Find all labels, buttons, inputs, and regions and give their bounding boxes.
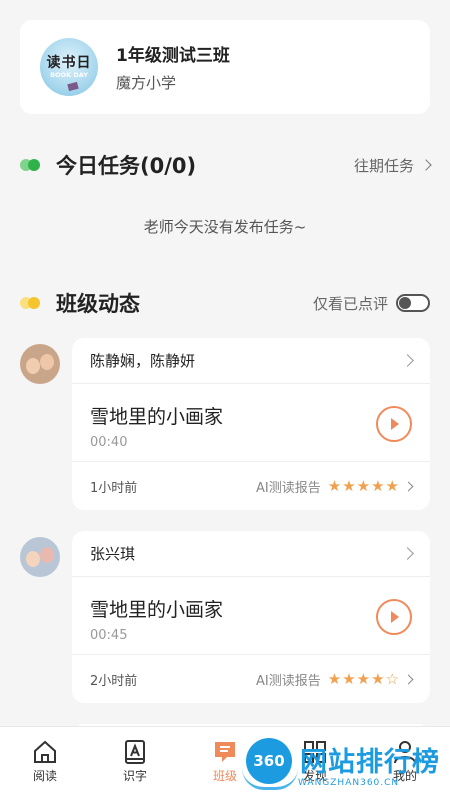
- star-filled-icon: ★: [371, 476, 385, 495]
- student-names: 张兴琪: [90, 545, 136, 563]
- rating-stars: ★ ★ ★ ★ ☆: [327, 669, 399, 688]
- avatar[interactable]: [20, 537, 60, 577]
- tab-label: 班级: [212, 769, 237, 783]
- watermark-text: 网站排行榜: [300, 747, 440, 778]
- post-time: 2小时前: [90, 673, 138, 689]
- past-tasks-label: 往期任务: [353, 156, 414, 175]
- past-tasks-link[interactable]: 往期任务: [353, 155, 432, 176]
- chevron-right-icon: [403, 481, 414, 491]
- feed-card-footer: 2小时前 AI测读报告 ★ ★ ★ ★ ☆: [72, 655, 430, 703]
- feed-card-footer: 1小时前 AI测读报告 ★ ★ ★ ★ ★: [72, 462, 430, 510]
- yellow-dots-icon: [20, 296, 44, 310]
- student-names: 陈静娴，陈静妍: [90, 352, 196, 370]
- star-filled-icon: ★: [356, 669, 371, 688]
- recording-duration: 00:45: [90, 628, 128, 643]
- tab-reading[interactable]: 阅读: [0, 727, 90, 800]
- logo-main-text: 读书日: [46, 55, 92, 71]
- recording-body: 雪地里的小画家 00:45: [72, 577, 430, 655]
- school-name: 魔方小学: [116, 74, 177, 92]
- chevron-right-icon: [420, 159, 432, 171]
- reviewed-filter-label: 仅看已点评: [312, 294, 388, 313]
- class-feed-header: 班级动态 仅看已点评: [20, 288, 430, 318]
- watermark: 360 网站排行榜 WANGZHAN360.CN: [242, 738, 450, 800]
- star-filled-icon: ★: [371, 669, 385, 688]
- ai-report-link[interactable]: AI测读报告 ★ ★ ★ ★ ☆: [256, 669, 414, 689]
- recording-title: 雪地里的小画家: [90, 599, 224, 621]
- tab-literacy[interactable]: 识字: [90, 727, 180, 800]
- play-button[interactable]: [376, 406, 412, 442]
- star-filled-icon: ★: [327, 669, 342, 688]
- avatar[interactable]: [20, 344, 60, 384]
- today-tasks-title: 今日任务(0/0): [56, 154, 197, 178]
- ai-report-label: AI测读报告: [256, 480, 321, 496]
- play-icon: [391, 611, 399, 623]
- empty-tasks-text: 老师今天没有发布任务~: [143, 218, 307, 236]
- watermark-sub: WANGZHAN360.CN: [298, 778, 400, 788]
- rating-stars: ★ ★ ★ ★ ★: [327, 476, 399, 495]
- watermark-arc: [242, 768, 298, 790]
- chevron-right-icon: [401, 547, 414, 560]
- tab-label: 识字: [122, 769, 147, 783]
- chat-icon: [215, 742, 235, 762]
- play-icon: [391, 418, 399, 430]
- post-time: 1小时前: [90, 480, 138, 496]
- feed-card-header[interactable]: 陈静娴，陈静妍: [72, 338, 430, 384]
- play-button[interactable]: [376, 599, 412, 635]
- green-dots-icon: [20, 158, 44, 172]
- class-name: 1年级测试三班: [116, 46, 230, 66]
- toggle-knob: [399, 297, 411, 309]
- recording-duration: 00:40: [90, 435, 128, 450]
- feed-card-header[interactable]: 张兴琪: [72, 531, 430, 577]
- class-feed-title: 班级动态: [56, 292, 140, 316]
- recording-title: 雪地里的小画家: [90, 406, 224, 428]
- star-filled-icon: ★: [342, 669, 356, 688]
- ai-report-link[interactable]: AI测读报告 ★ ★ ★ ★ ★: [256, 476, 414, 496]
- book-icon: [125, 740, 145, 764]
- chevron-right-icon: [403, 674, 414, 684]
- chevron-right-icon: [401, 354, 414, 367]
- feed-card[interactable]: 陈静娴，陈静妍 雪地里的小画家 00:40 1小时前 AI测读报告 ★ ★ ★ ★ ★: [72, 338, 430, 510]
- class-logo: 读书日 BOOK DAY: [40, 38, 98, 96]
- star-filled-icon: ★: [356, 476, 371, 495]
- reviewed-filter: 仅看已点评: [313, 293, 430, 314]
- reviewed-filter-toggle[interactable]: [396, 294, 430, 312]
- book-icon: [67, 81, 79, 92]
- today-tasks-header: 今日任务(0/0) 往期任务: [20, 150, 432, 180]
- class-info: 1年级测试三班 魔方小学: [116, 41, 230, 93]
- logo-sub-text: BOOK DAY: [50, 71, 88, 79]
- tab-label: 阅读: [32, 769, 57, 783]
- star-filled-icon: ★: [342, 476, 356, 495]
- ai-report-label: AI测读报告: [256, 673, 321, 689]
- class-card[interactable]: 读书日 BOOK DAY 1年级测试三班 魔方小学: [20, 20, 430, 114]
- star-filled-icon: ★: [385, 476, 399, 495]
- star-filled-icon: ★: [327, 476, 342, 495]
- feed-card[interactable]: 张兴琪 雪地里的小画家 00:45 2小时前 AI测读报告 ★ ★ ★ ★ ☆: [72, 531, 430, 703]
- star-empty-icon: ☆: [385, 669, 399, 688]
- recording-body: 雪地里的小画家 00:40: [72, 384, 430, 462]
- home-icon: [34, 740, 56, 763]
